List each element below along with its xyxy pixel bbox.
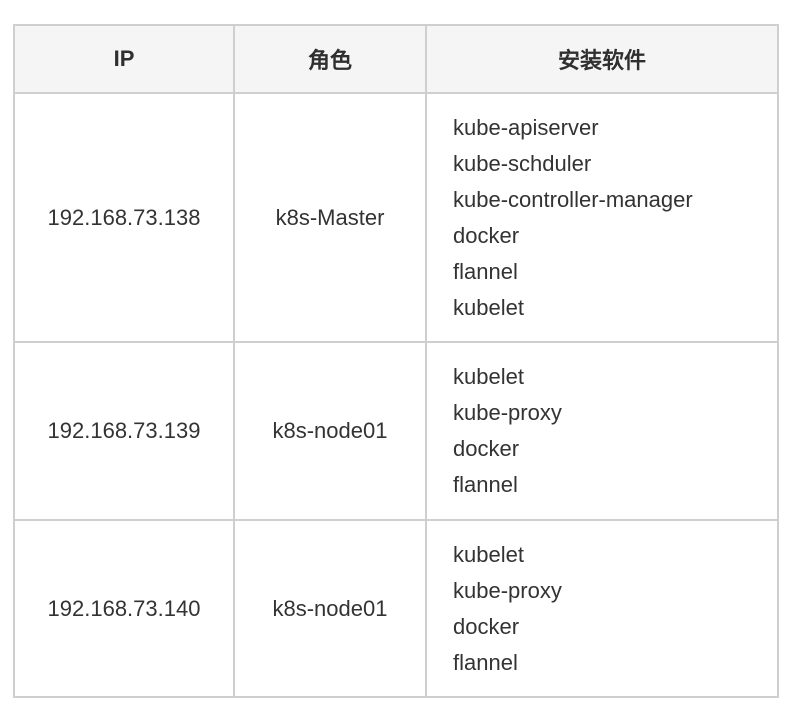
software-item: docker — [453, 436, 520, 461]
cell-software: kubelet kube-proxy docker flannel — [425, 341, 779, 521]
cell-ip: 192.168.73.139 — [13, 341, 235, 521]
cell-role: k8s-node01 — [233, 519, 427, 698]
cell-role: k8s-Master — [233, 92, 427, 343]
software-item: kubelet — [453, 364, 524, 389]
table-row: 192.168.73.138 k8s-Master kube-apiserver… — [13, 92, 779, 343]
deployment-table: IP 角色 安装软件 192.168.73.138 k8s-Master kub… — [13, 24, 779, 698]
deployment-table-container: IP 角色 安装软件 192.168.73.138 k8s-Master kub… — [13, 24, 779, 698]
table-row: 192.168.73.139 k8s-node01 kubelet kube-p… — [13, 341, 779, 521]
software-item: flannel — [453, 472, 518, 497]
cell-ip: 192.168.73.138 — [13, 92, 235, 343]
cell-software: kube-apiserver kube-schduler kube-contro… — [425, 92, 779, 343]
software-item: flannel — [453, 258, 518, 284]
cell-role: k8s-node01 — [233, 341, 427, 521]
software-item: kube-controller-manager — [453, 186, 693, 212]
software-item: kube-proxy — [453, 400, 562, 425]
software-item: kubelet — [453, 541, 524, 567]
software-item: flannel — [453, 649, 518, 675]
header-ip: IP — [13, 24, 235, 94]
header-software: 安装软件 — [425, 24, 779, 94]
software-list: kubelet kube-proxy docker flannel — [453, 537, 777, 681]
table-header-row: IP 角色 安装软件 — [13, 24, 779, 94]
cell-ip: 192.168.73.140 — [13, 519, 235, 698]
software-item: kube-schduler — [453, 150, 592, 176]
software-list: kubelet kube-proxy docker flannel — [453, 359, 777, 503]
cell-software: kubelet kube-proxy docker flannel — [425, 519, 779, 698]
software-list: kube-apiserver kube-schduler kube-contro… — [453, 110, 777, 326]
software-item: kubelet — [453, 294, 524, 320]
header-role: 角色 — [233, 24, 427, 94]
software-item: docker — [453, 613, 520, 639]
table-row: 192.168.73.140 k8s-node01 kubelet kube-p… — [13, 519, 779, 698]
software-item: docker — [453, 222, 520, 248]
software-item: kube-proxy — [453, 577, 562, 603]
software-item: kube-apiserver — [453, 114, 599, 140]
